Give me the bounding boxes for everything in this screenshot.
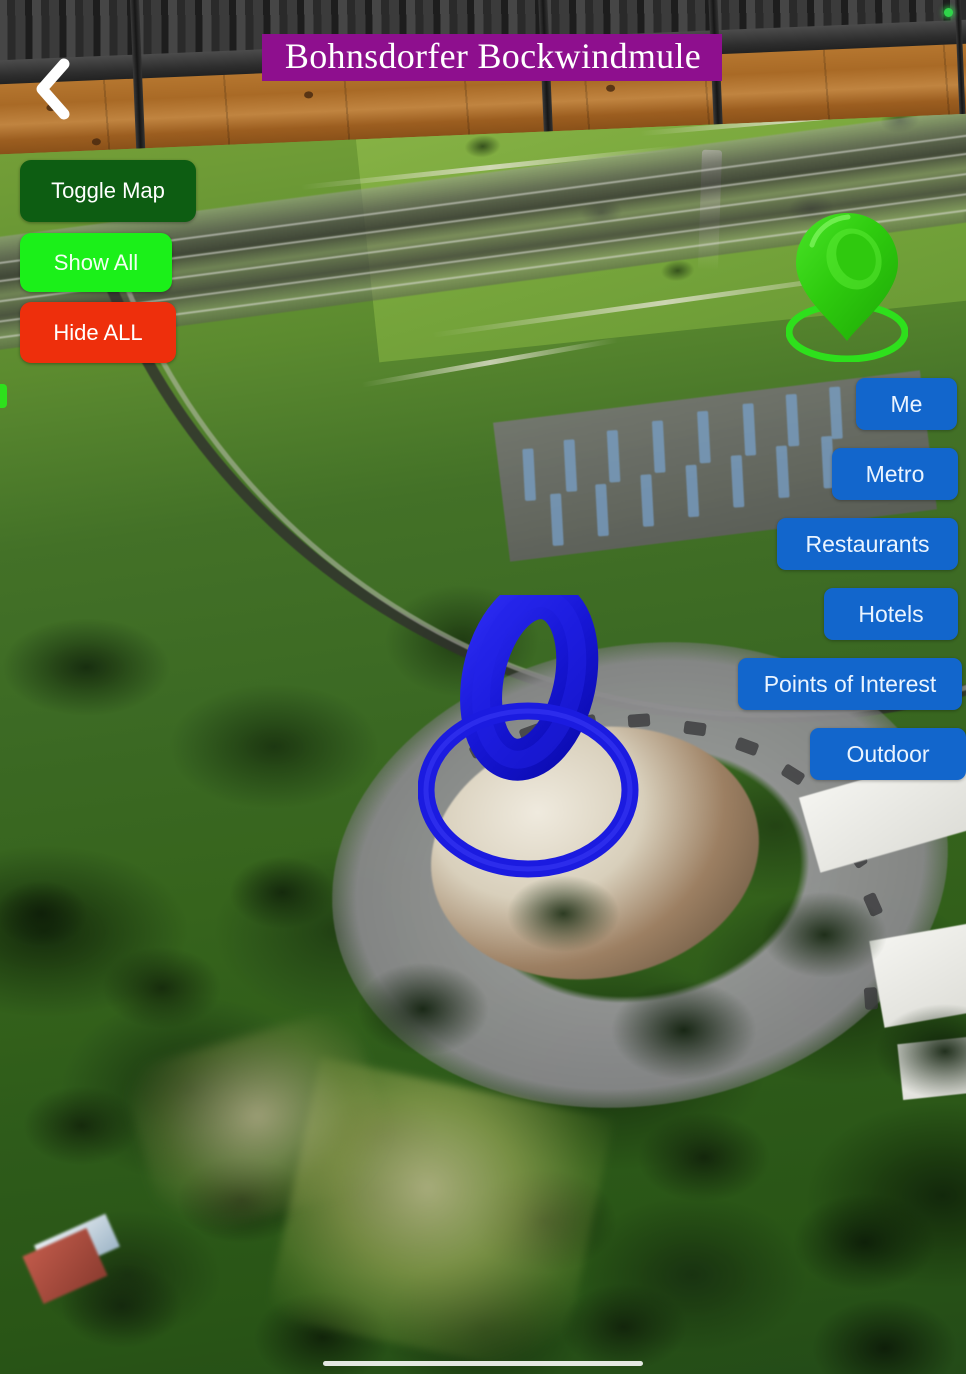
page-title: Bohnsdorfer Bockwindmule	[262, 34, 722, 81]
category-button-me[interactable]: Me	[856, 378, 957, 430]
show-all-button[interactable]: Show All	[20, 233, 172, 292]
category-button-hotels[interactable]: Hotels	[824, 588, 958, 640]
back-button[interactable]	[30, 58, 76, 120]
ar-marker-blue-torus[interactable]	[417, 577, 644, 880]
category-filter-panel: Me Metro Restaurants Hotels Points of In…	[738, 378, 966, 780]
hide-all-button[interactable]: Hide ALL	[20, 302, 176, 363]
category-button-restaurants[interactable]: Restaurants	[777, 518, 958, 570]
home-indicator[interactable]	[323, 1361, 643, 1366]
recording-status-dot	[944, 8, 953, 17]
category-button-outdoor[interactable]: Outdoor	[810, 728, 966, 780]
app-screen: Bohnsdorfer Bockwindmule Toggle Map Show…	[0, 0, 966, 1374]
offscreen-marker-edge-indicator[interactable]	[0, 384, 7, 408]
category-button-points-of-interest[interactable]: Points of Interest	[738, 658, 962, 710]
category-button-metro[interactable]: Metro	[832, 448, 958, 500]
building-roof	[897, 1035, 966, 1101]
parked-car	[863, 987, 879, 1010]
toggle-map-button[interactable]: Toggle Map	[20, 160, 196, 222]
ar-marker-green-pin[interactable]	[785, 207, 909, 363]
map-controls-panel: Toggle Map Show All Hide ALL	[20, 160, 196, 363]
chevron-left-icon	[36, 58, 70, 120]
